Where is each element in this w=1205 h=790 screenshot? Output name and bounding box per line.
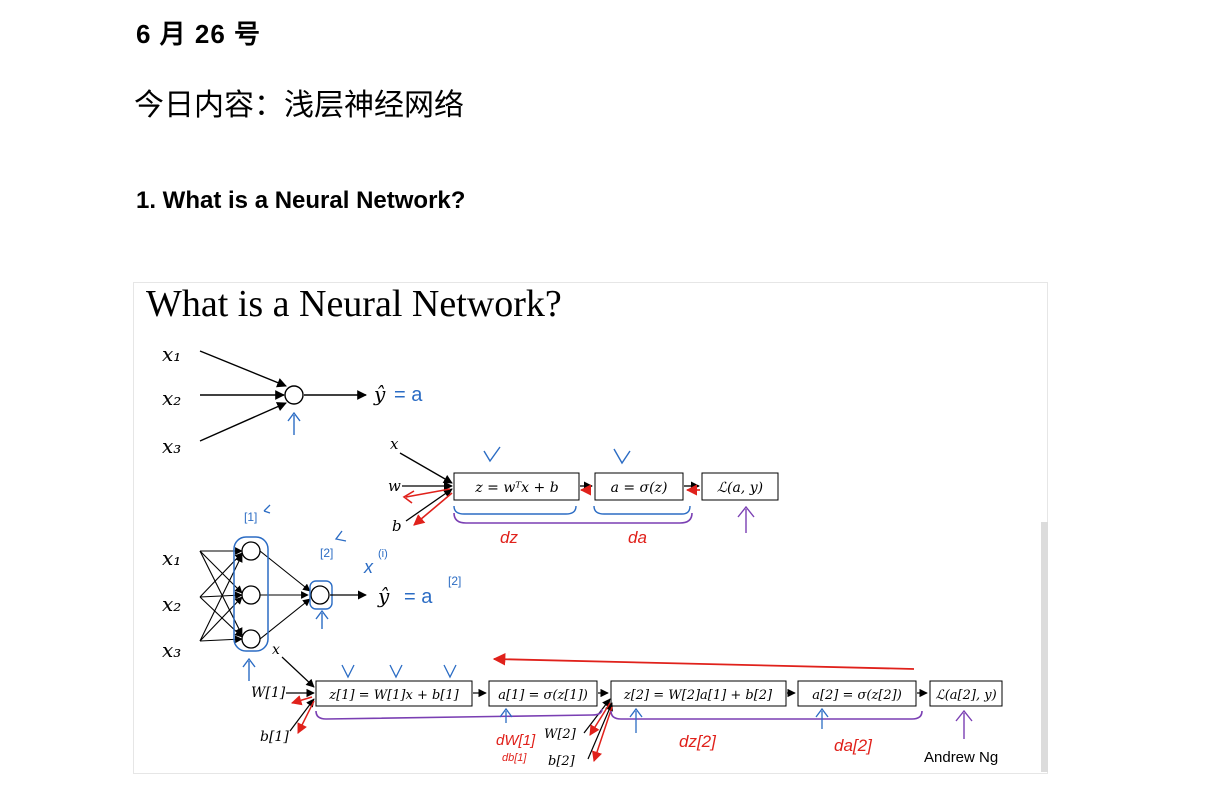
hidden-node-3 bbox=[241, 629, 261, 649]
backprop-db1-label: db[1] bbox=[502, 752, 527, 764]
param-b1-label: b[1] bbox=[260, 729, 289, 745]
param-W2-label: W[2] bbox=[544, 727, 577, 742]
neural-network-diagram: What is a Neural Network? x₁ x₂ x₃ ŷ = a… bbox=[146, 283, 1003, 769]
deep-box-z2-label: z[2] = W[2]a[1] + b[2] bbox=[623, 688, 773, 703]
net-output-annotation: = a bbox=[404, 586, 433, 608]
two-layer-network-diagram: x₁ x₂ x₃ ŷ = a [2] [1] [2] x (i) bbox=[162, 504, 461, 681]
purple-up-arrow-icon bbox=[737, 505, 755, 533]
layer2-tag: [2] bbox=[320, 546, 333, 560]
net-output-yhat: ŷ bbox=[377, 584, 390, 608]
output-yhat-label: ŷ bbox=[373, 382, 386, 406]
backprop-da2-label: da[2] bbox=[834, 736, 873, 755]
deep-box-loss-label: ℒ(a[2], y) bbox=[935, 688, 996, 703]
backprop-dz-label: dz bbox=[500, 528, 518, 547]
deep-box-a1-label: a[1] = σ(z[1]) bbox=[498, 688, 588, 703]
hidden-node-2 bbox=[241, 585, 261, 605]
net-input-x1-label: x₁ bbox=[162, 546, 181, 570]
neuron-node bbox=[284, 385, 304, 405]
deep-box-a2-label: a[2] = σ(z[2]) bbox=[812, 688, 902, 703]
scrollbar[interactable] bbox=[1041, 522, 1048, 772]
deep-box-z1-label: z[1] = W[1]x + b[1] bbox=[328, 688, 459, 703]
backprop-dz2-label: dz[2] bbox=[679, 732, 717, 751]
page-topic: 今日内容：浅层神经网络 bbox=[134, 89, 464, 122]
slide-footer-author: Andrew Ng bbox=[924, 749, 998, 766]
logistic-computation-graph: x w b z = wᵀx + b a = σ(z) ℒ(a, y) dz da bbox=[388, 435, 779, 547]
graph-input-x: x bbox=[390, 435, 399, 453]
output-node bbox=[310, 585, 330, 605]
page-date: 6 月 26 号 bbox=[136, 19, 262, 49]
hidden-node-1 bbox=[241, 541, 261, 561]
graph-input-w: w bbox=[388, 477, 401, 495]
deep-computation-graph: x W[1] b[1] z[1] = W[1]x + b[1] a[1] = σ… bbox=[251, 642, 1003, 769]
blue-up-arrow-icon bbox=[287, 411, 301, 435]
net-input-x2-label: x₂ bbox=[162, 592, 181, 616]
input-x3-label: x₃ bbox=[162, 434, 181, 458]
layer1-tag: [1] bbox=[244, 510, 257, 524]
backprop-dW1-label: dW[1] bbox=[496, 732, 536, 749]
box-z-linear-label: z = wᵀx + b bbox=[474, 480, 558, 496]
param-W1-label: W[1] bbox=[251, 685, 286, 701]
sample-note: x bbox=[363, 557, 374, 577]
sample-superscript: (i) bbox=[378, 548, 388, 560]
net-output-superscript: [2] bbox=[448, 574, 461, 588]
box-sigmoid-label: a = σ(z) bbox=[611, 480, 668, 496]
backprop-da-label: da bbox=[628, 528, 647, 547]
param-b2-label: b[2] bbox=[548, 754, 576, 769]
section-heading: 1. What is a Neural Network? bbox=[136, 187, 466, 214]
output-annotation: = a bbox=[394, 384, 423, 406]
input-x1-label: x₁ bbox=[162, 342, 181, 366]
lecture-slide-image: What is a Neural Network? x₁ x₂ x₃ ŷ = a… bbox=[133, 282, 1048, 774]
graph-input-b: b bbox=[392, 517, 402, 535]
input-x2-label: x₂ bbox=[162, 386, 181, 410]
net-input-x3-label: x₃ bbox=[162, 638, 181, 662]
deep-x-label: x bbox=[272, 642, 280, 658]
single-neuron-diagram: x₁ x₂ x₃ ŷ = a bbox=[162, 342, 423, 458]
slide-title: What is a Neural Network? bbox=[146, 283, 562, 325]
box-loss-label: ℒ(a, y) bbox=[717, 480, 763, 496]
